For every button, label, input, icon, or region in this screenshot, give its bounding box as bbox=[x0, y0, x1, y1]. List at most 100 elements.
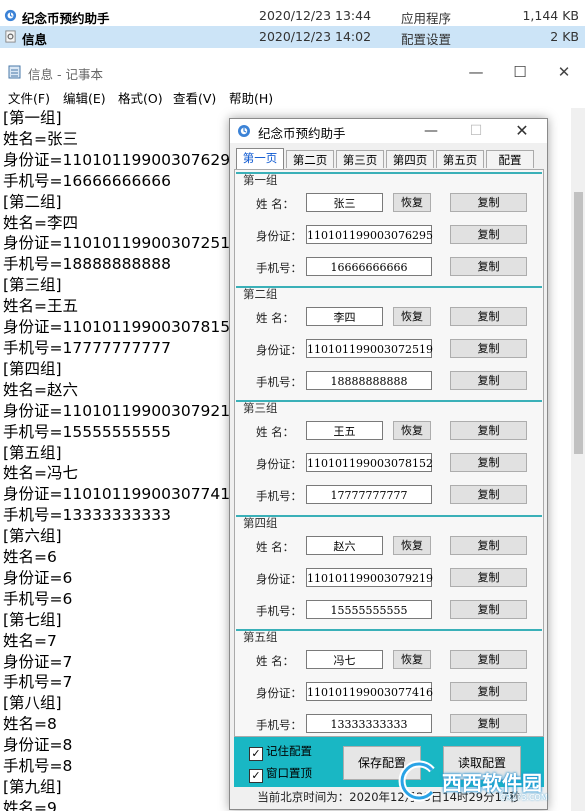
copy-name-button[interactable]: 复制 bbox=[450, 307, 527, 326]
config-file-icon bbox=[5, 30, 16, 43]
file-row-config[interactable]: 信息 2020/12/23 14:02 配置设置 2 KB bbox=[0, 26, 585, 48]
copy-id-button[interactable]: 复制 bbox=[450, 453, 527, 472]
copy-id-button[interactable]: 复制 bbox=[450, 339, 527, 358]
phone-input[interactable]: 16666666666 bbox=[306, 257, 432, 276]
menu-edit[interactable]: 编辑(E) bbox=[63, 88, 106, 107]
notepad-icon bbox=[8, 65, 21, 79]
name-input[interactable]: 冯七 bbox=[306, 650, 383, 669]
group-title: 第一组 bbox=[243, 173, 278, 187]
phone-label: 手机号： bbox=[256, 604, 302, 618]
file-size: 2 KB bbox=[550, 29, 579, 44]
tab-config[interactable]: 配置 bbox=[486, 150, 534, 168]
copy-id-button[interactable]: 复制 bbox=[450, 682, 527, 701]
name-input[interactable]: 张三 bbox=[306, 193, 383, 212]
menu-format[interactable]: 格式(O) bbox=[118, 88, 163, 107]
id-label: 身份证： bbox=[256, 457, 302, 471]
notepad-scrollbar[interactable] bbox=[571, 108, 585, 811]
checkbox-mark: ✓ bbox=[249, 747, 263, 761]
menu-file[interactable]: 文件(F) bbox=[8, 88, 50, 107]
file-size: 1,144 KB bbox=[522, 8, 579, 23]
name-label: 姓 名： bbox=[256, 425, 295, 439]
checkbox-label: 记住配置 bbox=[266, 744, 312, 758]
copy-phone-button[interactable]: 复制 bbox=[450, 485, 527, 504]
name-input[interactable]: 李四 bbox=[306, 307, 383, 326]
tab-page-3[interactable]: 第三页 bbox=[336, 150, 384, 168]
minimize-button[interactable]: — bbox=[456, 60, 496, 84]
tab-page-4[interactable]: 第四页 bbox=[386, 150, 434, 168]
restore-button[interactable]: 恢复 bbox=[393, 536, 431, 555]
app-titlebar[interactable]: 纪念币预约助手 — ☐ ✕ bbox=[230, 119, 547, 143]
copy-name-button[interactable]: 复制 bbox=[450, 536, 527, 555]
phone-label: 手机号： bbox=[256, 261, 302, 275]
phone-input[interactable]: 17777777777 bbox=[306, 485, 432, 504]
copy-name-button[interactable]: 复制 bbox=[450, 421, 527, 440]
watermark-logo: 西西软件园 CR173.COM bbox=[392, 756, 582, 806]
phone-input[interactable]: 18888888888 bbox=[306, 371, 432, 390]
copy-phone-button[interactable]: 复制 bbox=[450, 257, 527, 276]
restore-button[interactable]: 恢复 bbox=[393, 307, 431, 326]
phone-input[interactable]: 15555555555 bbox=[306, 600, 432, 619]
id-label: 身份证： bbox=[256, 686, 302, 700]
copy-id-button[interactable]: 复制 bbox=[450, 225, 527, 244]
phone-label: 手机号： bbox=[256, 375, 302, 389]
file-row-app[interactable]: 纪念币预约助手 2020/12/23 13:44 应用程序 1,144 KB bbox=[0, 5, 585, 27]
minimize-button[interactable]: — bbox=[413, 119, 449, 143]
file-name: 信息 bbox=[22, 32, 48, 47]
name-input[interactable]: 赵六 bbox=[306, 536, 383, 555]
phone-input[interactable]: 13333333333 bbox=[306, 714, 432, 733]
tab-page-1[interactable]: 第一页 bbox=[236, 148, 284, 169]
id-input[interactable]: 110101199003079219 bbox=[306, 568, 433, 587]
file-date: 2020/12/23 13:44 bbox=[259, 8, 372, 23]
copy-name-button[interactable]: 复制 bbox=[450, 193, 527, 212]
tab-page-5[interactable]: 第五页 bbox=[436, 150, 484, 168]
file-name: 纪念币预约助手 bbox=[22, 11, 110, 26]
id-label: 身份证： bbox=[256, 229, 302, 243]
name-label: 姓 名： bbox=[256, 311, 295, 325]
group-3: 第三组姓 名： 王五 恢复 复制 身份证： 110101199003078152 复制 手机号… bbox=[236, 400, 542, 514]
copy-phone-button[interactable]: 复制 bbox=[450, 371, 527, 390]
app-icon bbox=[4, 9, 17, 22]
menu-help[interactable]: 帮助(H) bbox=[229, 88, 273, 107]
copy-phone-button[interactable]: 复制 bbox=[450, 600, 527, 619]
group-4: 第四组姓 名： 赵六 恢复 复制 身份证： 110101199003079219 复制 手机号… bbox=[236, 515, 542, 629]
tab-panel: 第一组姓 名： 张三 恢复 复制 身份证： 110101199003076295 复制 手机号… bbox=[234, 169, 544, 737]
close-button[interactable]: ✕ bbox=[544, 60, 584, 84]
close-button[interactable]: ✕ bbox=[504, 119, 540, 143]
name-label: 姓 名： bbox=[256, 197, 295, 211]
id-input[interactable]: 110101199003076295 bbox=[306, 225, 433, 244]
app-icon bbox=[238, 125, 250, 137]
phone-label: 手机号： bbox=[256, 718, 302, 732]
menu-view[interactable]: 查看(V) bbox=[173, 88, 216, 107]
checkbox-mark: ✓ bbox=[249, 769, 263, 783]
maximize-button[interactable]: ☐ bbox=[500, 60, 540, 84]
notepad-menubar: 文件(F) 编辑(E) 格式(O) 查看(V) 帮助(H) bbox=[0, 86, 585, 106]
group-title: 第三组 bbox=[243, 401, 278, 415]
tab-page-2[interactable]: 第二页 bbox=[286, 150, 334, 168]
scrollbar-thumb[interactable] bbox=[574, 192, 583, 454]
restore-button[interactable]: 恢复 bbox=[393, 650, 431, 669]
id-input[interactable]: 110101199003077416 bbox=[306, 682, 433, 701]
id-input[interactable]: 110101199003078152 bbox=[306, 453, 433, 472]
file-type: 配置设置 bbox=[401, 32, 452, 47]
name-label: 姓 名： bbox=[256, 654, 295, 668]
copy-id-button[interactable]: 复制 bbox=[450, 568, 527, 587]
window-topmost-checkbox[interactable]: ✓ 窗口置顶 bbox=[249, 765, 312, 783]
watermark-subtext: CR173.COM bbox=[500, 793, 548, 802]
restore-button[interactable]: 恢复 bbox=[393, 193, 431, 212]
watermark-text: 西西软件园 bbox=[442, 771, 542, 795]
copy-phone-button[interactable]: 复制 bbox=[450, 714, 527, 733]
notepad-titlebar[interactable]: 信息 - 记事本 — ☐ ✕ bbox=[0, 58, 585, 85]
name-input[interactable]: 王五 bbox=[306, 421, 383, 440]
group-title: 第五组 bbox=[243, 630, 278, 644]
group-5: 第五组姓 名： 冯七 恢复 复制 身份证： 110101199003077416 复制 手机号… bbox=[236, 629, 542, 743]
file-date: 2020/12/23 14:02 bbox=[259, 29, 372, 44]
restore-button[interactable]: 恢复 bbox=[393, 421, 431, 440]
maximize-button[interactable]: ☐ bbox=[458, 119, 494, 143]
id-label: 身份证： bbox=[256, 343, 302, 357]
file-type: 应用程序 bbox=[401, 11, 452, 26]
remember-config-checkbox[interactable]: ✓ 记住配置 bbox=[249, 743, 312, 761]
app-title: 纪念币预约助手 bbox=[258, 126, 346, 141]
tab-bar: 第一页 第二页 第三页 第四页 第五页 配置 bbox=[236, 148, 542, 169]
copy-name-button[interactable]: 复制 bbox=[450, 650, 527, 669]
id-input[interactable]: 110101199003072519 bbox=[306, 339, 433, 358]
